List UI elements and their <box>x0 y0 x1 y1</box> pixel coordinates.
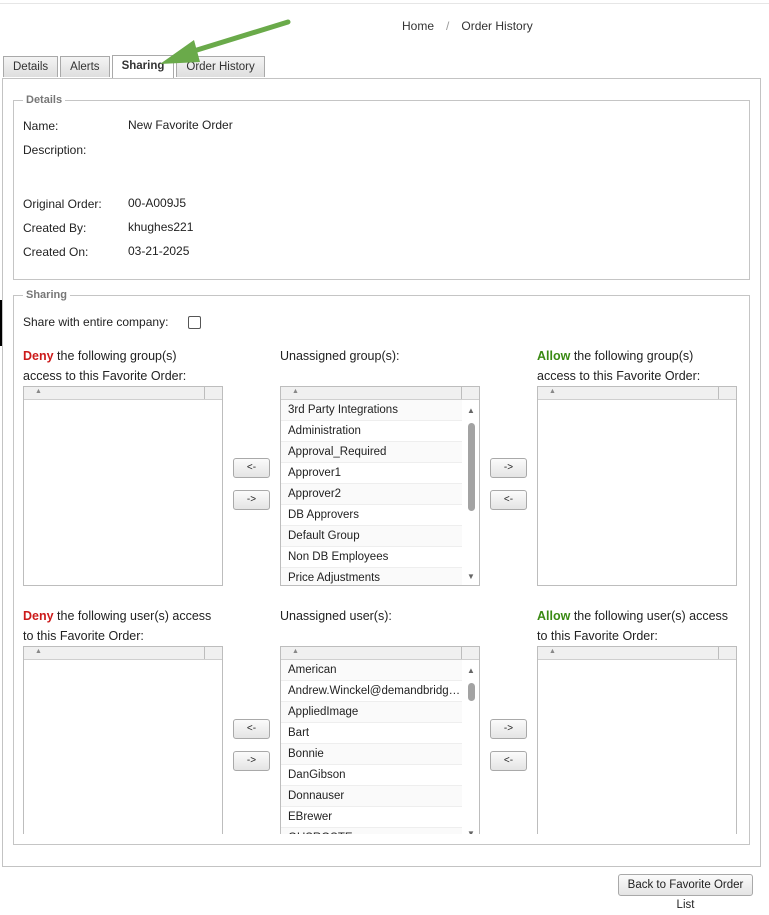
created-on-label: Created On: <box>23 245 89 259</box>
users-move-to-deny-button[interactable]: <- <box>233 719 270 739</box>
deny-groups-list[interactable]: ▲ <box>23 386 223 586</box>
scroll-thumb[interactable] <box>468 683 475 701</box>
back-to-favorite-order-list-button[interactable]: Back to Favorite Order List <box>618 874 753 911</box>
list-item[interactable]: AppliedImage <box>281 702 462 723</box>
list-item[interactable]: Approver2 <box>281 484 462 505</box>
deny-users-text-1: the following user(s) access <box>53 609 212 623</box>
list-item[interactable]: Andrew.Winckel@demandbridge.com <box>281 681 462 702</box>
original-order-value: 00-A009J5 <box>128 196 187 210</box>
description-label: Description: <box>23 143 87 157</box>
unassigned-groups-rows: 3rd Party Integrations Administration Appr… <box>281 400 479 585</box>
name-label: Name: <box>23 119 59 133</box>
list-item[interactable]: Price Adjustments <box>281 568 462 585</box>
original-order-label: Original Order: <box>23 197 102 211</box>
users-move-from-deny-button[interactable]: -> <box>233 751 270 771</box>
details-legend: Details <box>26 94 63 106</box>
created-by-label: Created By: <box>23 221 87 235</box>
allow-word: Allow <box>537 609 571 623</box>
list-header[interactable]: ▲ <box>538 387 736 400</box>
groups-move-from-allow-button[interactable]: <- <box>490 490 527 510</box>
list-header[interactable]: ▲ <box>281 647 479 660</box>
unassigned-users-list[interactable]: ▲ American Andrew.Winckel@demandbridge.co… <box>280 646 480 834</box>
list-item[interactable]: Bart <box>281 723 462 744</box>
list-header[interactable]: ▲ <box>24 387 222 400</box>
list-item[interactable]: EBrewer <box>281 807 462 828</box>
sort-asc-icon: ▲ <box>549 648 556 655</box>
allow-groups-heading: Allow the following group(s) access to t… <box>537 346 700 386</box>
list-item[interactable]: Approver1 <box>281 463 462 484</box>
list-header[interactable]: ▲ <box>24 647 222 660</box>
unassigned-groups-heading: Unassigned group(s): <box>280 349 400 363</box>
users-move-from-allow-button[interactable]: <- <box>490 751 527 771</box>
scroll-up-icon[interactable]: ▲ <box>467 406 475 415</box>
groups-scrollbar[interactable]: ▲ ▼ <box>466 402 476 585</box>
allow-groups-list[interactable]: ▲ <box>537 386 737 586</box>
breadcrumb: Home / Order History <box>402 19 533 33</box>
allow-users-list[interactable]: ▲ <box>537 646 737 834</box>
tab-alerts[interactable]: Alerts <box>60 56 110 77</box>
unassigned-users-rows: American Andrew.Winckel@demandbridge.com A… <box>281 660 479 834</box>
list-item[interactable]: DB Approvers <box>281 505 462 526</box>
deny-word: Deny <box>23 349 54 363</box>
users-move-to-allow-button[interactable]: -> <box>490 719 527 739</box>
allow-groups-text-2: access to this Favorite Order: <box>537 369 701 383</box>
sort-asc-icon: ▲ <box>35 648 42 655</box>
list-item[interactable]: Approval_Required <box>281 442 462 463</box>
allow-word: Allow <box>537 349 571 363</box>
details-fieldset: Details <box>13 94 750 280</box>
created-by-value: khughes221 <box>128 220 194 234</box>
allow-users-text-1: the following user(s) access <box>570 609 729 623</box>
sort-asc-icon: ▲ <box>292 648 299 655</box>
list-item[interactable]: Bonnie <box>281 744 462 765</box>
list-item[interactable]: GUSROSTE <box>281 828 462 834</box>
list-item[interactable]: American <box>281 660 462 681</box>
unassigned-users-heading: Unassigned user(s): <box>280 609 392 623</box>
breadcrumb-home[interactable]: Home <box>402 19 434 33</box>
sort-asc-icon: ▲ <box>292 388 299 395</box>
deny-groups-heading: Deny the following group(s) access to th… <box>23 346 186 386</box>
scroll-up-icon[interactable]: ▲ <box>467 666 475 675</box>
deny-users-text-2: to this Favorite Order: <box>23 629 144 643</box>
groups-move-to-allow-button[interactable]: -> <box>490 458 527 478</box>
unassigned-groups-list[interactable]: ▲ 3rd Party Integrations Administration Ap… <box>280 386 480 586</box>
breadcrumb-current: Order History <box>461 19 533 33</box>
annotation-arrow-icon <box>160 19 291 64</box>
share-company-checkbox[interactable] <box>188 316 201 329</box>
name-value: New Favorite Order <box>128 118 233 132</box>
deny-users-heading: Deny the following user(s) access to thi… <box>23 606 211 646</box>
allow-groups-text-1: the following group(s) <box>570 349 694 363</box>
list-item[interactable]: 3rd Party Integrations <box>281 400 462 421</box>
sharing-legend: Sharing <box>26 289 67 301</box>
deny-groups-text-1: the following group(s) <box>53 349 177 363</box>
deny-groups-text-2: access to this Favorite Order: <box>23 369 187 383</box>
created-on-value: 03-21-2025 <box>128 244 190 258</box>
list-item[interactable]: Administration <box>281 421 462 442</box>
list-item[interactable]: Non DB Employees <box>281 547 462 568</box>
allow-users-text-2: to this Favorite Order: <box>537 629 658 643</box>
scroll-down-icon[interactable]: ▼ <box>467 572 475 581</box>
deny-word: Deny <box>23 609 54 623</box>
allow-users-heading: Allow the following user(s) access to th… <box>537 606 728 646</box>
top-rule <box>0 3 769 4</box>
tab-details[interactable]: Details <box>3 56 59 77</box>
users-scrollbar[interactable]: ▲ ▼ <box>466 662 476 834</box>
deny-users-list[interactable]: ▲ <box>23 646 223 834</box>
groups-move-to-deny-button[interactable]: <- <box>233 458 270 478</box>
groups-move-from-deny-button[interactable]: -> <box>233 490 270 510</box>
sort-asc-icon: ▲ <box>35 388 42 395</box>
breadcrumb-separator: / <box>446 19 450 33</box>
list-item[interactable]: Donnauser <box>281 786 462 807</box>
scroll-thumb[interactable] <box>468 423 475 511</box>
list-item[interactable]: DanGibson <box>281 765 462 786</box>
list-item[interactable]: Default Group <box>281 526 462 547</box>
list-header[interactable]: ▲ <box>281 387 479 400</box>
share-company-label: Share with entire company: <box>23 315 169 329</box>
list-header[interactable]: ▲ <box>538 647 736 660</box>
sort-asc-icon: ▲ <box>549 388 556 395</box>
scroll-down-icon[interactable]: ▼ <box>467 829 475 834</box>
